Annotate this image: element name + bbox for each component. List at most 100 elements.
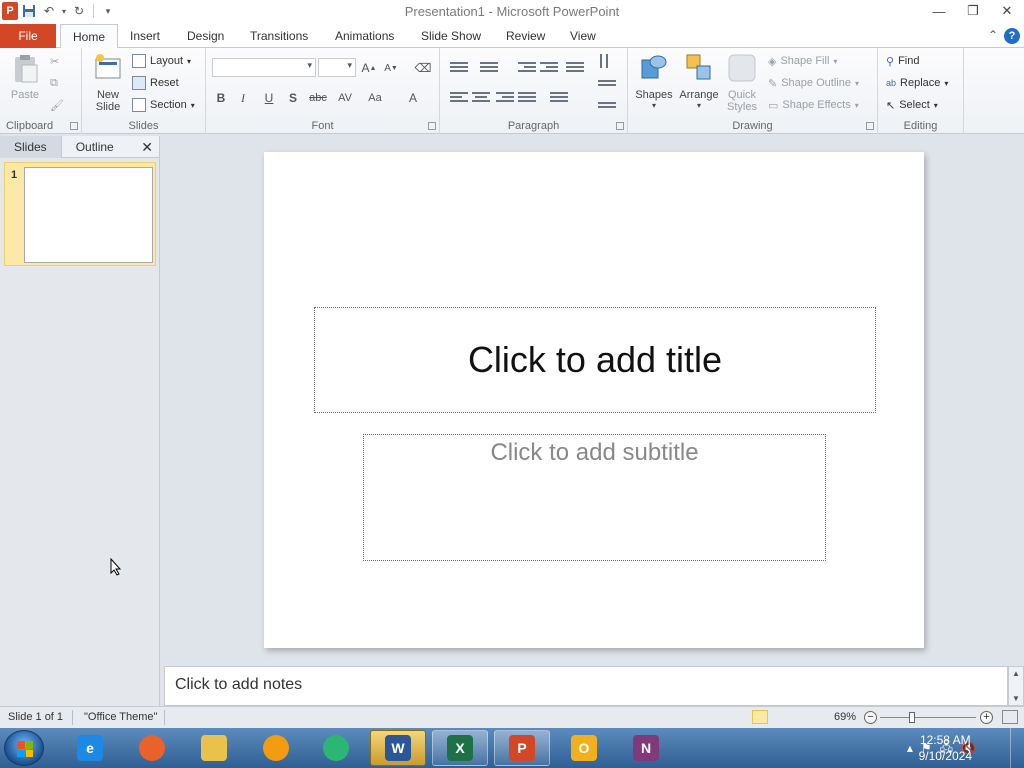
bullets-icon[interactable] bbox=[450, 60, 468, 76]
text-direction-icon[interactable] bbox=[598, 54, 616, 70]
decrease-indent-icon[interactable] bbox=[518, 60, 536, 76]
slide-thumbnail-selected[interactable]: 1 bbox=[4, 162, 156, 266]
zoom-slider-track[interactable] bbox=[880, 717, 976, 718]
paragraph-launcher-icon[interactable] bbox=[616, 122, 624, 130]
new-slide-button[interactable]: New Slide bbox=[88, 52, 128, 113]
font-name-select[interactable]: ▾ bbox=[212, 58, 316, 77]
show-desktop-button[interactable] bbox=[1010, 728, 1024, 768]
reset-button[interactable]: Reset bbox=[132, 74, 179, 92]
paste-button[interactable]: Paste bbox=[6, 52, 44, 101]
columns-icon[interactable] bbox=[550, 90, 568, 106]
shrink-font-icon[interactable]: A ▼ bbox=[382, 59, 400, 77]
scroll-down-icon[interactable]: ▼ bbox=[1012, 694, 1020, 703]
shapes-button[interactable]: Shapes ▾ bbox=[634, 52, 674, 110]
replace-button[interactable]: ab Replace ▾ bbox=[886, 74, 948, 92]
notes-scrollbar[interactable]: ▲ ▼ bbox=[1008, 666, 1024, 706]
taskbar-app-word[interactable]: W bbox=[370, 730, 426, 766]
tab-review[interactable]: Review bbox=[494, 24, 557, 48]
numbering-icon[interactable] bbox=[480, 60, 498, 76]
justify-icon[interactable] bbox=[518, 90, 536, 106]
show-hidden-icons-icon[interactable]: ▴ bbox=[907, 741, 913, 755]
cut-button[interactable]: ✂ bbox=[50, 52, 59, 70]
close-icon[interactable]: ✕ bbox=[141, 139, 153, 156]
taskbar-app-internet-explorer[interactable]: e bbox=[62, 730, 118, 766]
change-case-button[interactable]: Aa bbox=[364, 89, 386, 107]
format-painter-button[interactable]: 🖌 bbox=[50, 96, 64, 114]
align-left-icon[interactable] bbox=[450, 90, 468, 106]
quick-styles-button[interactable]: Quick Styles bbox=[724, 52, 760, 113]
clear-formatting-icon[interactable]: ⌫ bbox=[414, 59, 432, 77]
slide-canvas[interactable]: Click to add title Click to add subtitle bbox=[264, 152, 924, 648]
layout-button[interactable]: Layout ▾ bbox=[132, 52, 191, 70]
taskbar-app-onenote[interactable]: N bbox=[618, 730, 674, 766]
smartart-icon[interactable] bbox=[598, 100, 616, 116]
zoom-in-icon[interactable]: + bbox=[980, 711, 993, 724]
character-spacing-button[interactable]: AV bbox=[334, 89, 356, 107]
bold-button[interactable]: B bbox=[212, 89, 230, 107]
taskbar-app-file-explorer[interactable] bbox=[186, 730, 242, 766]
chevron-down-icon: ▾ bbox=[347, 60, 352, 70]
clock[interactable]: 12:58 AM 9/10/2024 bbox=[919, 732, 972, 764]
slide-sorter-icon[interactable] bbox=[770, 710, 786, 724]
zoom-level[interactable]: 69% bbox=[834, 711, 856, 723]
reading-view-icon[interactable] bbox=[788, 710, 804, 724]
tab-file[interactable]: File bbox=[0, 24, 56, 48]
align-text-icon[interactable] bbox=[598, 78, 616, 94]
scroll-up-icon[interactable]: ▲ bbox=[1012, 669, 1020, 678]
tab-home[interactable]: Home bbox=[60, 24, 119, 49]
tab-design[interactable]: Design bbox=[175, 24, 236, 48]
tab-slides[interactable]: Slides bbox=[0, 135, 62, 158]
taskbar-app-powerpoint[interactable]: P bbox=[494, 730, 550, 766]
taskbar-app-outlook[interactable]: O bbox=[556, 730, 612, 766]
font-launcher-icon[interactable] bbox=[428, 122, 436, 130]
select-button[interactable]: ↖ Select ▾ bbox=[886, 96, 938, 114]
tab-insert[interactable]: Insert bbox=[118, 24, 172, 48]
slide-thumbnail[interactable] bbox=[24, 167, 153, 263]
tab-view[interactable]: View bbox=[558, 24, 608, 48]
tab-transitions[interactable]: Transitions bbox=[238, 24, 320, 48]
shape-outline-button[interactable]: ✎ Shape Outline ▾ bbox=[768, 74, 859, 92]
section-button[interactable]: Section ▾ bbox=[132, 96, 195, 114]
increase-indent-icon[interactable] bbox=[540, 60, 558, 76]
tab-slide-show[interactable]: Slide Show bbox=[409, 24, 493, 48]
tab-outline[interactable]: Outline bbox=[62, 136, 128, 158]
copy-button[interactable]: ⧉ bbox=[50, 74, 58, 92]
subtitle-placeholder[interactable]: Click to add subtitle bbox=[363, 434, 826, 561]
grow-font-icon[interactable]: A ▲ bbox=[360, 59, 378, 77]
help-icon[interactable]: ? bbox=[1004, 28, 1020, 44]
taskbar-app-excel[interactable]: X bbox=[432, 730, 488, 766]
theme-name[interactable]: "Office Theme" bbox=[84, 711, 157, 723]
italic-button[interactable]: I bbox=[234, 89, 252, 107]
line-spacing-icon[interactable] bbox=[566, 60, 584, 76]
align-center-icon[interactable] bbox=[472, 90, 490, 106]
drawing-launcher-icon[interactable] bbox=[866, 122, 874, 130]
strikethrough-button[interactable]: abc bbox=[306, 89, 330, 107]
notes-pane[interactable]: Click to add notes bbox=[164, 666, 1008, 706]
find-button[interactable]: ⚲ Find bbox=[886, 52, 919, 70]
shape-fill-button[interactable]: ◈ Shape Fill ▾ bbox=[768, 52, 837, 70]
fit-to-window-icon[interactable] bbox=[1002, 710, 1018, 724]
align-right-icon[interactable] bbox=[496, 90, 514, 106]
taskbar-app-firefox[interactable] bbox=[124, 730, 180, 766]
start-button[interactable] bbox=[4, 730, 44, 766]
taskbar-app-media-player[interactable] bbox=[248, 730, 304, 766]
underline-button[interactable]: U bbox=[260, 89, 278, 107]
tab-animations[interactable]: Animations bbox=[323, 24, 406, 48]
arrange-button[interactable]: Arrange ▾ bbox=[678, 52, 720, 110]
zoom-slider-thumb[interactable] bbox=[909, 712, 915, 723]
minimize-button[interactable]: — bbox=[922, 0, 956, 22]
restore-button[interactable]: ❐ bbox=[956, 0, 990, 22]
font-color-button[interactable]: A bbox=[404, 89, 422, 107]
title-placeholder[interactable]: Click to add title bbox=[314, 307, 876, 413]
font-size-select[interactable]: ▾ bbox=[318, 58, 356, 77]
slide-show-view-icon[interactable] bbox=[806, 710, 822, 724]
zoom-out-icon[interactable]: − bbox=[864, 711, 877, 724]
minimize-ribbon-icon[interactable]: ⌃ bbox=[988, 28, 998, 44]
replace-icon: ab bbox=[886, 78, 897, 88]
taskbar-app-messenger[interactable] bbox=[308, 730, 364, 766]
close-button[interactable]: ✕ bbox=[990, 0, 1024, 22]
normal-view-icon[interactable] bbox=[752, 710, 768, 724]
shape-effects-button[interactable]: ▭ Shape Effects ▾ bbox=[768, 96, 859, 114]
shadow-button[interactable]: S bbox=[284, 89, 302, 107]
clipboard-launcher-icon[interactable] bbox=[70, 122, 78, 130]
